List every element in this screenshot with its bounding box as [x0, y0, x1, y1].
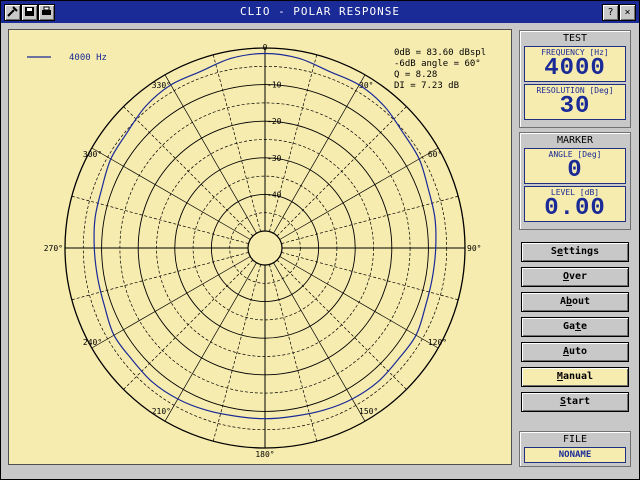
angle-label: 60°	[428, 150, 442, 159]
polar-chart: -10-20-30-40 030°60°90°120°150°180°210°2…	[27, 43, 486, 459]
frequency-field[interactable]: FREQUENCY [Hz] 4000	[524, 46, 626, 82]
auto-button[interactable]: Auto	[521, 342, 629, 362]
angle-label: 300°	[83, 150, 102, 159]
angle-label: 330°	[152, 81, 171, 90]
polar-plot-area: -10 -20 -30 -40 0 30° 60° 90° 120° 150° 180° 210° 2…	[8, 29, 512, 465]
angle-field[interactable]: ANGLE [Deg] 0	[524, 148, 626, 184]
file-panel: FILE NONAME	[519, 431, 631, 467]
file-name-value: NONAME	[558, 450, 592, 460]
grid-spoke	[91, 256, 251, 349]
grid-spoke	[123, 259, 254, 390]
test-panel-title: TEST	[562, 33, 588, 44]
title-bar: CLIO - POLAR RESPONSE ? ×	[1, 1, 639, 23]
settings-button[interactable]: Settings	[521, 242, 629, 262]
grid-spoke	[276, 259, 407, 390]
file-name-field[interactable]: NONAME	[524, 447, 626, 463]
grid-spoke	[71, 252, 249, 301]
gate-button[interactable]: Gate	[521, 317, 629, 337]
angle-value: 0	[567, 157, 583, 184]
grid-spoke	[279, 147, 439, 240]
angle-label: 210°	[152, 407, 171, 416]
grid-spoke	[279, 256, 439, 349]
ring-label: -30	[267, 154, 282, 163]
info-6db-angle: -6dB angle = 60°	[394, 59, 481, 69]
level-value: 0.00	[544, 195, 606, 222]
angle-label: 180°	[255, 450, 274, 459]
info-q: Q = 8.28	[394, 70, 437, 80]
marker-panel-title: MARKER	[556, 135, 594, 146]
marker-panel: MARKER ANGLE [Deg] 0 LEVEL [dB] 0.00	[519, 132, 631, 230]
grid-spoke	[281, 252, 459, 301]
window-title: CLIO - POLAR RESPONSE	[239, 5, 401, 18]
over-button[interactable]: Over	[521, 267, 629, 287]
start-button[interactable]: Start	[521, 392, 629, 412]
info-di: DI = 7.23 dB	[394, 81, 459, 91]
ring-label: -40	[267, 190, 282, 199]
grid-spoke	[91, 147, 251, 240]
grid-spoke	[273, 74, 366, 234]
file-panel-title: FILE	[562, 434, 588, 445]
test-panel: TEST FREQUENCY [Hz] 4000 RESOLUTION [Deg…	[519, 30, 631, 128]
angle-label: 120°	[428, 338, 447, 347]
angle-label: 150°	[359, 407, 378, 416]
grid-spoke	[212, 264, 261, 442]
polar-response-window: CLIO - POLAR RESPONSE ? × -10 -20 -30 -40 0…	[0, 0, 640, 480]
grid-spoke	[123, 106, 254, 237]
grid-spoke	[269, 264, 318, 442]
ring-label: -10	[267, 81, 282, 90]
resolution-field[interactable]: RESOLUTION [Deg] 30	[524, 84, 626, 120]
angle-label: 240°	[83, 338, 102, 347]
help-icon[interactable]: ?	[602, 4, 619, 21]
level-field[interactable]: LEVEL [dB] 0.00	[524, 186, 626, 222]
grid-spoke	[273, 262, 366, 422]
frequency-value: 4000	[544, 55, 606, 82]
angle-label: 270°	[44, 244, 63, 253]
grid-spoke	[164, 74, 257, 234]
manual-button[interactable]: Manual	[521, 367, 629, 387]
about-button[interactable]: About	[521, 292, 629, 312]
close-icon[interactable]: ×	[619, 4, 636, 21]
resolution-value: 30	[559, 93, 591, 120]
inner-ring	[247, 230, 283, 266]
angle-label: 0	[263, 43, 268, 52]
grid-spoke	[276, 106, 407, 237]
grid-spoke	[164, 262, 257, 422]
grid-spoke	[212, 54, 261, 232]
legend-label: 4000 Hz	[69, 53, 107, 63]
info-zero-db: 0dB = 83.60 dBspl	[394, 48, 486, 58]
ring-label: -20	[267, 117, 282, 126]
angle-label: 90°	[467, 244, 481, 253]
